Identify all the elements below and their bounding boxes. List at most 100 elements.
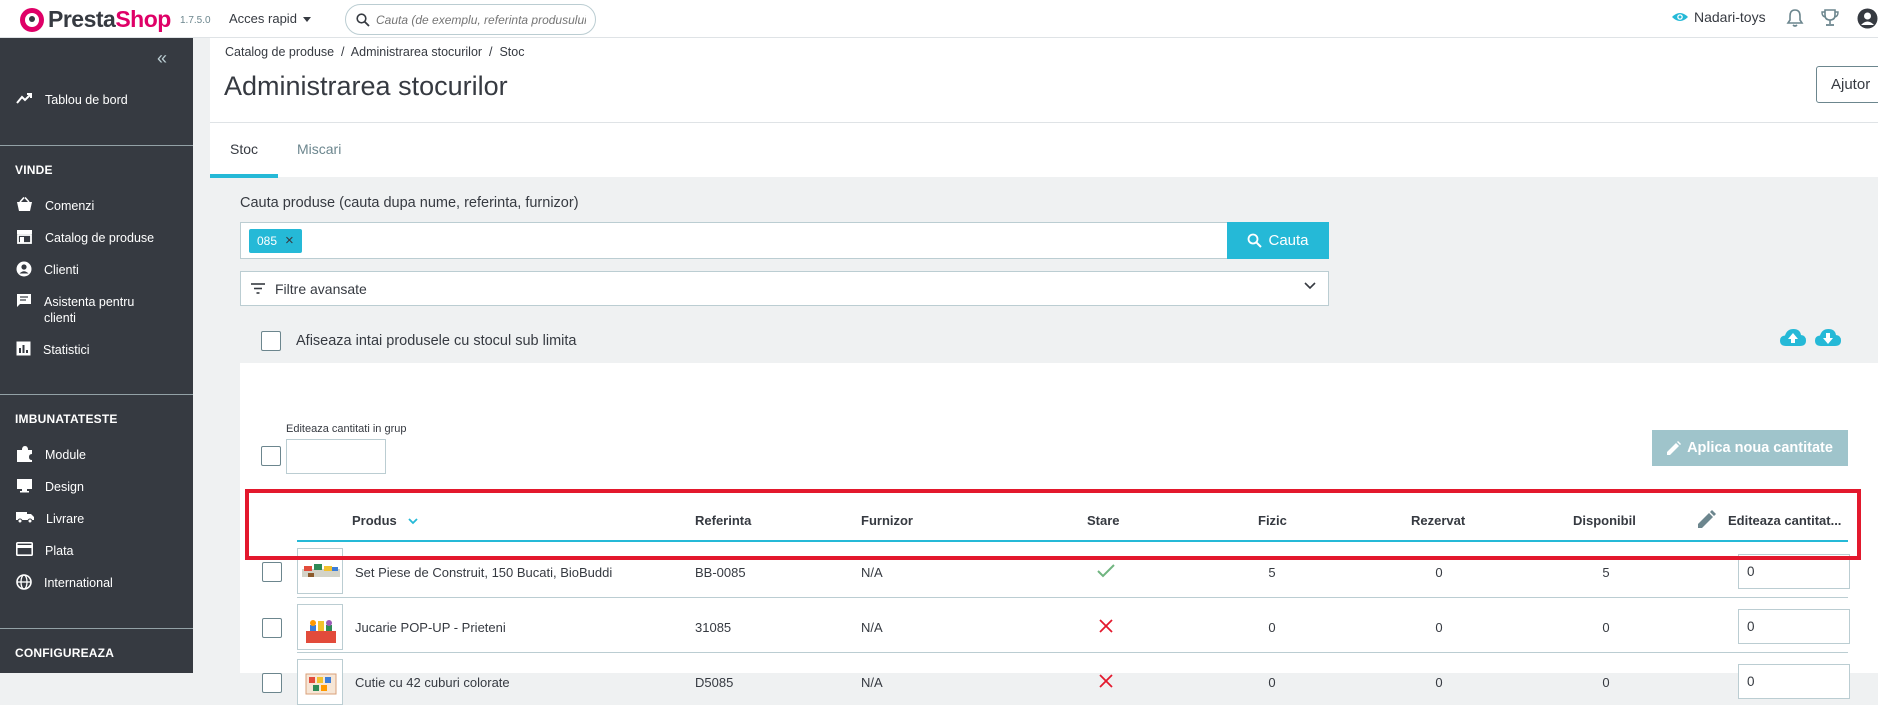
sidebar-item-dashboard[interactable]: Tablou de bord xyxy=(16,92,128,108)
sidebar-divider xyxy=(0,145,193,146)
bell-icon[interactable] xyxy=(1786,8,1804,28)
sidebar-item-shipping[interactable]: Livrare xyxy=(16,511,84,527)
sidebar-item-label: Module xyxy=(45,448,86,462)
column-header-supplier[interactable]: Furnizor xyxy=(861,513,913,528)
apply-quantity-button[interactable]: Aplica noua cantitate xyxy=(1652,430,1848,466)
low-stock-label: Afiseaza intai produsele cu stocul sub l… xyxy=(296,333,577,349)
view-shop-link[interactable]: Nadari-toys xyxy=(1671,9,1766,25)
sidebar-item-design[interactable]: Design xyxy=(16,479,84,495)
sidebar-item-label: Clienti xyxy=(44,263,79,277)
product-supplier: N/A xyxy=(861,565,883,580)
column-header-reference[interactable]: Referinta xyxy=(695,513,751,528)
quick-access-dropdown[interactable]: Acces rapid xyxy=(229,11,311,26)
credit-card-icon xyxy=(16,542,33,556)
product-thumbnail xyxy=(297,604,343,650)
product-thumbnail xyxy=(297,659,343,705)
sidebar-section-improve: IMBUNATATESTE xyxy=(15,412,118,426)
help-button[interactable]: Ajutor xyxy=(1816,66,1878,103)
sidebar-item-label: Statistici xyxy=(43,343,90,357)
sidebar-item-international[interactable]: International xyxy=(16,574,113,591)
search-button-label: Cauta xyxy=(1268,232,1309,249)
sidebar-item-customer-service[interactable]: Asistenta pentru clienti xyxy=(16,294,146,326)
page-title: Administrarea stocurilor xyxy=(224,71,508,101)
product-name[interactable]: Set Piese de Construit, 150 Bucati, BioB… xyxy=(355,565,612,580)
sidebar-item-label: Plata xyxy=(45,544,74,558)
product-thumbnail xyxy=(297,548,343,594)
reserved-quantity: 0 xyxy=(1435,620,1443,635)
sidebar-item-orders[interactable]: Comenzi xyxy=(16,197,95,214)
collapse-sidebar-icon[interactable]: « xyxy=(157,48,167,69)
reserved-quantity: 0 xyxy=(1435,565,1443,580)
product-reference: BB-0085 xyxy=(695,565,746,580)
search-button[interactable]: Cauta xyxy=(1227,222,1329,259)
product-search-input[interactable]: 085 × xyxy=(240,222,1259,259)
cloud-upload-icon[interactable] xyxy=(1780,329,1806,347)
select-all-checkbox[interactable] xyxy=(261,446,281,466)
sort-down-icon[interactable] xyxy=(408,518,419,525)
eye-icon xyxy=(1672,13,1688,21)
user-avatar-icon[interactable] xyxy=(1857,8,1878,29)
chat-icon xyxy=(17,294,31,307)
basket-icon xyxy=(17,197,32,211)
sidebar-divider xyxy=(0,394,193,395)
column-header-product[interactable]: Produs xyxy=(352,513,419,528)
product-name[interactable]: Cutie cu 42 cuburi colorate xyxy=(355,675,510,690)
sidebar-section-sell: VINDE xyxy=(15,163,53,177)
column-header-available[interactable]: Disponibil xyxy=(1573,513,1636,528)
advanced-filters-toggle[interactable]: Filtre avansate xyxy=(240,271,1329,306)
logo-text-shop: Shop xyxy=(115,6,171,32)
sidebar-item-catalog[interactable]: Catalog de produse xyxy=(16,230,154,246)
row-checkbox[interactable] xyxy=(262,562,282,582)
row-divider xyxy=(297,652,1848,653)
search-tag[interactable]: 085 × xyxy=(249,229,302,253)
prestashop-logo[interactable]: PrestaShop xyxy=(20,6,171,33)
remove-tag-icon[interactable]: × xyxy=(285,233,294,248)
bulk-quantity-input[interactable] xyxy=(286,439,386,474)
column-header-status[interactable]: Stare xyxy=(1087,513,1120,528)
table-header-underline xyxy=(297,540,1848,542)
quick-access-label: Acces rapid xyxy=(229,11,297,26)
monitor-icon xyxy=(17,479,32,493)
sidebar-item-stats[interactable]: Statistici xyxy=(16,341,90,358)
breadcrumb[interactable]: Catalog de produse / Administrarea stocu… xyxy=(225,45,524,59)
quantity-input[interactable] xyxy=(1738,554,1850,589)
sidebar-item-label: Tablou de bord xyxy=(45,93,128,107)
search-tag-label: 085 xyxy=(257,234,278,248)
main-content: Catalog de produse / Administrarea stocu… xyxy=(210,38,1878,705)
sidebar-item-payment[interactable]: Plata xyxy=(16,542,74,559)
global-search[interactable] xyxy=(345,4,596,35)
low-stock-option: Afiseaza intai produsele cu stocul sub l… xyxy=(261,331,576,351)
column-header-physical[interactable]: Fizic xyxy=(1258,513,1287,528)
product-reference: 31085 xyxy=(695,620,732,635)
quantity-input[interactable] xyxy=(1738,664,1850,699)
tab-movements[interactable]: Miscari xyxy=(297,141,341,157)
sidebar-item-label: Design xyxy=(45,480,84,494)
sidebar-item-customers[interactable]: Clienti xyxy=(16,261,79,278)
column-header-reserved[interactable]: Rezervat xyxy=(1411,513,1465,528)
sidebar-item-modules[interactable]: Module xyxy=(16,446,86,463)
sidebar-section-configure: CONFIGUREAZA xyxy=(15,646,115,660)
popup-toy-image xyxy=(306,620,336,643)
logo-text-presta: Presta xyxy=(48,6,116,32)
product-reference: D5085 xyxy=(695,675,734,690)
trending-up-icon xyxy=(16,93,32,104)
logo-icon xyxy=(20,7,44,32)
trophy-icon[interactable] xyxy=(1820,8,1840,28)
tab-stock[interactable]: Stoc xyxy=(230,141,258,157)
sidebar-item-label: International xyxy=(44,576,113,590)
product-name[interactable]: Jucarie POP-UP - Prieteni xyxy=(355,620,506,635)
search-icon xyxy=(356,12,370,27)
close-icon xyxy=(1099,674,1113,688)
search-icon xyxy=(1248,233,1263,248)
global-search-input[interactable] xyxy=(376,12,586,27)
sidebar-item-label: Comenzi xyxy=(45,199,95,213)
quantity-input[interactable] xyxy=(1738,609,1850,644)
row-checkbox[interactable] xyxy=(262,673,282,693)
row-checkbox[interactable] xyxy=(262,618,282,638)
cloud-download-icon[interactable] xyxy=(1815,329,1841,347)
available-quantity: 5 xyxy=(1602,565,1610,580)
store-icon xyxy=(17,230,32,244)
bulk-edit-label: Editeaza cantitati in grup xyxy=(286,423,407,435)
low-stock-checkbox[interactable] xyxy=(261,331,281,351)
edit-pencil-icon xyxy=(1698,510,1716,528)
